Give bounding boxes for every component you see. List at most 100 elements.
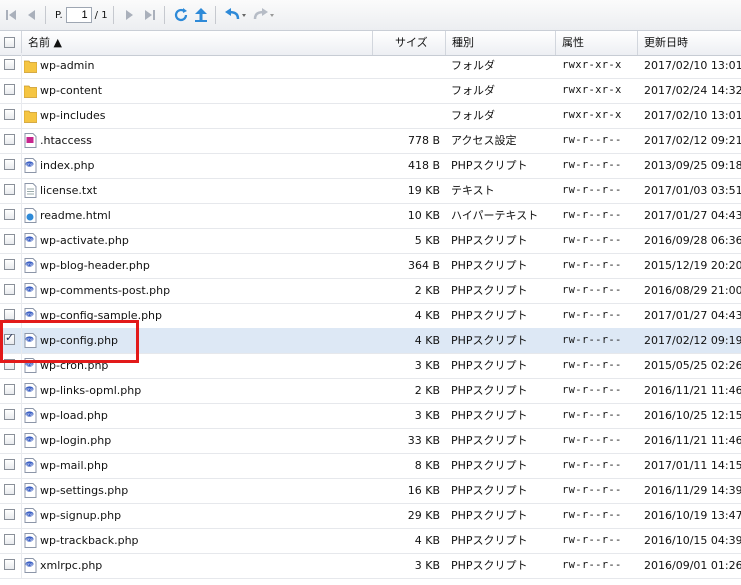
- select-all-checkbox[interactable]: [4, 37, 15, 48]
- file-name[interactable]: wp-trackback.php: [40, 528, 139, 553]
- upload-icon[interactable]: [192, 6, 210, 24]
- page-number-input[interactable]: [65, 7, 92, 23]
- file-row[interactable]: php wp-activate.php 5 KB PHPスクリプト rw-r--r-- 2…: [0, 228, 741, 254]
- row-checkbox[interactable]: [4, 384, 15, 395]
- file-name[interactable]: wp-signup.php: [40, 503, 121, 528]
- row-checkbox[interactable]: [4, 259, 15, 270]
- file-row[interactable]: wp-admin フォルダ rwxr-xr-x 2017/02/10 13:01: [0, 53, 741, 79]
- file-row[interactable]: php wp-trackback.php 4 KB PHPスクリプト rw-r--r--…: [0, 528, 741, 554]
- svg-text:php: php: [26, 262, 34, 266]
- file-row[interactable]: php wp-comments-post.php 2 KB PHPスクリプト rw-r-…: [0, 278, 741, 304]
- php-file-icon: php: [24, 558, 37, 573]
- file-row[interactable]: license.txt 19 KB テキスト rw-r--r-- 2017/01/03 …: [0, 178, 741, 204]
- first-page-icon[interactable]: [2, 6, 20, 24]
- file-modified-date: 2015/12/19 20:20: [644, 259, 741, 272]
- row-checkbox[interactable]: [4, 434, 15, 445]
- file-name[interactable]: wp-includes: [40, 103, 106, 128]
- file-name[interactable]: wp-settings.php: [40, 478, 128, 503]
- row-checkbox[interactable]: [4, 134, 15, 145]
- row-checkbox[interactable]: [4, 84, 15, 95]
- file-row[interactable]: php wp-login.php 33 KB PHPスクリプト rw-r--r-- 201…: [0, 428, 741, 454]
- file-permissions: rwxr-xr-x: [562, 84, 622, 96]
- file-row[interactable]: wp-includes フォルダ rwxr-xr-x 2017/02/10 13:01: [0, 103, 741, 129]
- forward-icon[interactable]: [251, 6, 277, 24]
- file-modified-date: 2015/05/25 02:26: [644, 359, 741, 372]
- file-row[interactable]: php index.php 418 B PHPスクリプト rw-r--r-- 2013/0…: [0, 153, 741, 179]
- header-name-label: 名前 ▲: [28, 36, 62, 49]
- header-kind-label: 種別: [452, 36, 474, 49]
- next-page-icon[interactable]: [121, 6, 139, 24]
- file-name[interactable]: wp-login.php: [40, 428, 111, 453]
- back-icon[interactable]: [223, 6, 249, 24]
- last-page-icon[interactable]: [141, 6, 159, 24]
- file-modified-date: 2016/10/19 13:47: [644, 509, 741, 522]
- refresh-icon[interactable]: [172, 6, 190, 24]
- svg-text:php: php: [26, 387, 34, 391]
- row-checkbox[interactable]: [4, 59, 15, 70]
- file-kind: PHPスクリプト: [451, 434, 528, 447]
- header-date[interactable]: 更新日時: [638, 31, 741, 55]
- file-size: 778 B: [407, 134, 440, 147]
- file-row[interactable]: readme.html 10 KB ハイパーテキスト rw-r--r-- 2017/01…: [0, 203, 741, 229]
- row-checkbox[interactable]: [4, 409, 15, 420]
- file-permissions: rw-r--r--: [562, 534, 622, 546]
- svg-text:php: php: [26, 437, 34, 441]
- header-select-all[interactable]: [0, 31, 22, 55]
- row-checkbox[interactable]: [4, 509, 15, 520]
- file-name[interactable]: wp-admin: [40, 53, 94, 78]
- file-row[interactable]: php wp-blog-header.php 364 B PHPスクリプト rw-r--…: [0, 253, 741, 279]
- prev-page-icon[interactable]: [22, 6, 40, 24]
- row-checkbox[interactable]: [4, 284, 15, 295]
- file-name[interactable]: readme.html: [40, 203, 111, 228]
- file-row[interactable]: wp-content フォルダ rwxr-xr-x 2017/02/24 14:32: [0, 78, 741, 104]
- file-kind: PHPスクリプト: [451, 309, 528, 322]
- file-row[interactable]: php wp-load.php 3 KB PHPスクリプト rw-r--r-- 2016/…: [0, 403, 741, 429]
- file-name[interactable]: .htaccess: [40, 128, 92, 153]
- file-name[interactable]: wp-mail.php: [40, 453, 108, 478]
- file-row[interactable]: php wp-signup.php 29 KB PHPスクリプト rw-r--r-- 20…: [0, 503, 741, 529]
- file-name[interactable]: wp-comments-post.php: [40, 278, 170, 303]
- toolbar-separator: [45, 6, 46, 24]
- file-kind: PHPスクリプト: [451, 159, 528, 172]
- file-row[interactable]: php wp-settings.php 16 KB PHPスクリプト rw-r--r--…: [0, 478, 741, 504]
- file-row[interactable]: php xmlrpc.php 3 KB PHPスクリプト rw-r--r-- 2016/0…: [0, 553, 741, 579]
- row-checkbox[interactable]: [4, 484, 15, 495]
- header-perm[interactable]: 属性: [556, 31, 638, 55]
- row-checkbox[interactable]: [4, 309, 15, 320]
- file-size: 33 KB: [407, 434, 440, 447]
- row-checkbox[interactable]: [4, 209, 15, 220]
- row-checkbox[interactable]: [4, 184, 15, 195]
- file-name[interactable]: wp-activate.php: [40, 228, 129, 253]
- file-name[interactable]: wp-content: [40, 78, 102, 103]
- file-permissions: rw-r--r--: [562, 159, 622, 171]
- header-name[interactable]: 名前 ▲: [22, 31, 373, 55]
- row-checkbox[interactable]: [4, 534, 15, 545]
- file-modified-date: 2017/02/10 13:01: [644, 109, 741, 122]
- file-modified-date: 2017/01/11 14:15: [644, 459, 741, 472]
- file-kind: PHPスクリプト: [451, 534, 528, 547]
- file-size: 418 B: [407, 159, 440, 172]
- file-row[interactable]: php wp-mail.php 8 KB PHPスクリプト rw-r--r-- 2017/…: [0, 453, 741, 479]
- file-row[interactable]: php wp-links-opml.php 2 KB PHPスクリプト rw-r--r-…: [0, 378, 741, 404]
- php-file-icon: php: [24, 533, 37, 548]
- folder-icon: [23, 108, 38, 123]
- file-name[interactable]: wp-blog-header.php: [40, 253, 150, 278]
- file-name[interactable]: wp-links-opml.php: [40, 378, 141, 403]
- row-checkbox[interactable]: [4, 459, 15, 470]
- row-checkbox[interactable]: [4, 109, 15, 120]
- row-checkbox[interactable]: [4, 559, 15, 570]
- file-permissions: rw-r--r--: [562, 284, 622, 296]
- file-name[interactable]: wp-load.php: [40, 403, 108, 428]
- row-checkbox[interactable]: [4, 159, 15, 170]
- file-kind: PHPスクリプト: [451, 509, 528, 522]
- file-name[interactable]: xmlrpc.php: [40, 553, 102, 578]
- svg-text:php: php: [26, 412, 34, 416]
- file-name[interactable]: index.php: [40, 153, 95, 178]
- header-size[interactable]: サイズ: [373, 31, 446, 55]
- file-name[interactable]: license.txt: [40, 178, 97, 203]
- header-kind[interactable]: 種別: [446, 31, 556, 55]
- row-checkbox[interactable]: [4, 234, 15, 245]
- file-row[interactable]: .htaccess 778 B アクセス設定 rw-r--r-- 2017/02/12 …: [0, 128, 741, 154]
- file-size: 10 KB: [407, 209, 440, 222]
- svg-text:php: php: [26, 162, 34, 166]
